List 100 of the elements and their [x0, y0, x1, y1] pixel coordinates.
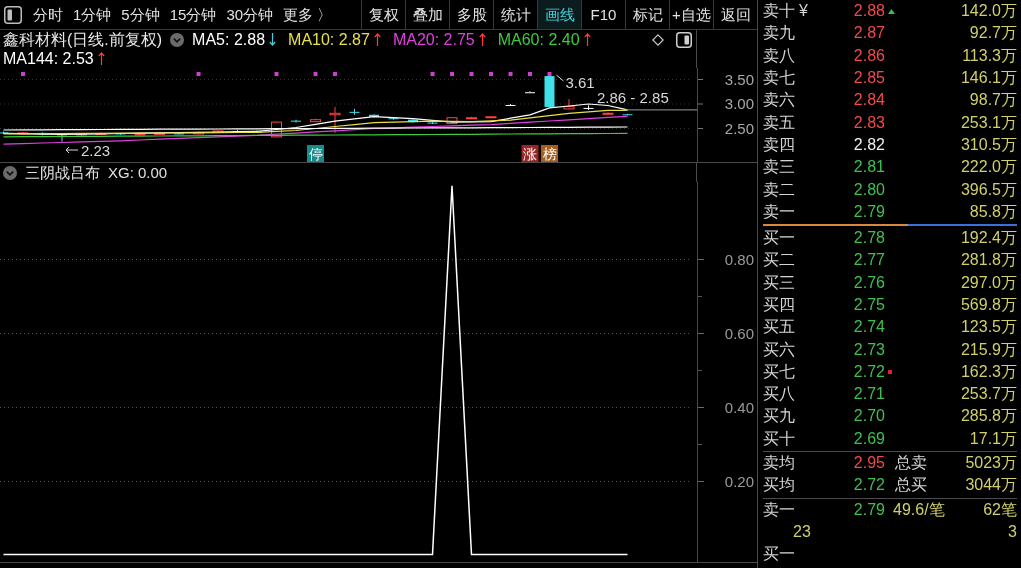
candlestick — [525, 90, 535, 94]
price-value: 2.69 — [852, 429, 885, 448]
toolbar-button[interactable]: F10 — [581, 0, 625, 29]
candlestick — [95, 131, 107, 136]
total-label: 总买 — [894, 476, 928, 495]
axis-label: 0.20 — [724, 472, 754, 490]
toolbar-button[interactable]: 复权 — [361, 0, 405, 29]
panel-toggle-icon[interactable] — [676, 31, 692, 48]
axis-label: 2.50 — [724, 119, 754, 137]
price-value: 2.82 — [852, 135, 885, 154]
trade-amount: 23 — [792, 522, 811, 541]
volume-value: 310.5万 — [959, 135, 1017, 154]
currency-symbol: ¥ — [799, 2, 808, 21]
volume-value: 215.9万 — [959, 340, 1017, 359]
price-value: 2.74 — [852, 318, 885, 337]
candlestick — [212, 129, 224, 134]
toolbar-button[interactable]: +自选 — [669, 0, 713, 29]
level-label: 卖三 — [763, 158, 795, 177]
candlestick — [271, 121, 282, 138]
candlestick — [349, 108, 360, 116]
axis-label: 0.40 — [724, 398, 754, 416]
period-tab[interactable]: 1分钟 — [73, 4, 112, 25]
price-value: 2.76 — [852, 273, 885, 292]
price-value: 2.80 — [852, 180, 885, 199]
toolbar-button[interactable]: 画线 — [537, 0, 581, 29]
candlestick — [583, 104, 594, 111]
level-label: 卖四 — [763, 135, 795, 154]
moving-average-value: MA20: 2.75 — [392, 30, 475, 49]
candlestick — [193, 130, 204, 135]
volume-value: 569.8万 — [959, 296, 1017, 314]
period-tab[interactable]: 30分钟 — [226, 4, 274, 25]
level-label: 买六 — [763, 340, 795, 359]
candlestick — [134, 132, 146, 136]
event-tag: 涨 — [521, 145, 539, 162]
level-label: 买九 — [763, 407, 795, 426]
trade-label: 买一 — [763, 545, 795, 564]
volume-value: 396.5万 — [959, 180, 1017, 199]
candlestick — [563, 98, 575, 110]
toolbar-button[interactable]: 多股 — [449, 0, 493, 29]
total-volume: 5023万 — [965, 454, 1017, 473]
sidebar-toggle-icon[interactable] — [4, 5, 22, 24]
candlestick — [76, 132, 87, 137]
dropdown-icon[interactable] — [3, 165, 17, 180]
price-value: 2.84 — [852, 91, 885, 110]
price-value: 2.77 — [852, 251, 885, 270]
level-label: 买四 — [763, 296, 795, 314]
price-value: 2.75 — [852, 296, 885, 314]
price-value: 2.71 — [852, 385, 885, 404]
axis-label: 0.60 — [724, 324, 754, 342]
volume-value: 297.0万 — [959, 273, 1017, 292]
toolbar-button[interactable]: 叠加 — [405, 0, 449, 29]
toolbar-button[interactable]: 返回 — [713, 0, 757, 29]
leader-arrow — [65, 146, 79, 154]
volume-value: 222.0万 — [959, 158, 1017, 177]
volume-value: 98.7万 — [968, 91, 1017, 110]
low-price-label: 2.23 — [81, 142, 111, 159]
event-tag: 停 — [307, 145, 324, 162]
moving-average-value: MA10: 2.87 — [288, 30, 370, 49]
period-tab[interactable]: 15分钟 — [169, 4, 217, 25]
moving-average-value: MA144: 2.53 — [3, 49, 94, 68]
level-label: 买七 — [763, 362, 795, 381]
period-tab[interactable]: 分时 — [33, 4, 63, 25]
candlestick — [544, 73, 555, 108]
price-range-label: 2.86 - 2.85 — [597, 89, 669, 106]
candlestick — [505, 103, 516, 106]
candlestick — [602, 111, 614, 116]
candlestick — [369, 113, 379, 118]
candlestick — [310, 118, 321, 123]
period-tab[interactable]: 更多 〉 — [283, 4, 333, 25]
candlestick — [446, 116, 458, 125]
high-price-label: 3.61 — [565, 74, 595, 91]
volume-value: 17.1万 — [968, 429, 1017, 448]
candlestick — [408, 118, 418, 124]
candlestick — [17, 131, 29, 135]
dropdown-icon[interactable] — [170, 32, 185, 47]
candlestick — [388, 116, 399, 121]
total-label: 总卖 — [894, 454, 928, 473]
candlestick — [485, 115, 497, 119]
volume-value: 113.3万 — [961, 46, 1017, 65]
toolbar-button[interactable]: 标记 — [625, 0, 669, 29]
level-label: 买五 — [763, 318, 795, 337]
axis-label: 3.00 — [724, 95, 754, 112]
volume-value: 285.8万 — [959, 407, 1017, 426]
volume-value: 253.1万 — [959, 113, 1017, 132]
price-value: 2.83 — [852, 113, 885, 132]
price-value: 2.73 — [852, 340, 885, 359]
price-value: 2.78 — [852, 229, 885, 248]
volume-value: 142.0万 — [959, 2, 1017, 21]
price-value: 2.79 — [852, 202, 885, 221]
volume-value: 92.7万 — [968, 24, 1017, 43]
candlestick — [622, 113, 633, 116]
period-tab[interactable]: 5分钟 — [121, 4, 160, 25]
level-label: 买一 — [763, 229, 795, 248]
summary-label: 卖均 — [763, 454, 796, 473]
indicator-title: 三阴战吕布 — [25, 163, 100, 182]
axis-label: 3.50 — [724, 70, 754, 88]
level-label: 卖七 — [763, 69, 795, 88]
diamond-icon[interactable] — [652, 33, 664, 46]
volume-value: 85.8万 — [968, 202, 1017, 221]
total-volume: 3044万 — [965, 476, 1017, 495]
